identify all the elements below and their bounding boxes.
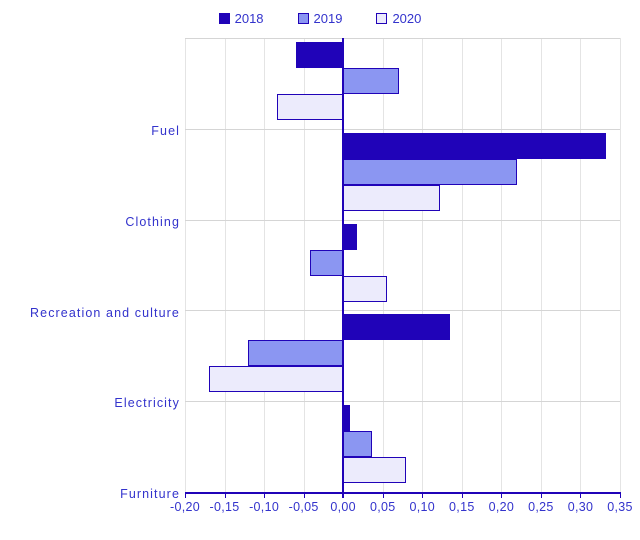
gridline-horizontal bbox=[185, 220, 620, 221]
x-axis-tick bbox=[540, 492, 542, 498]
gridline-vertical bbox=[501, 38, 503, 492]
legend-item-2020[interactable]: 2020 bbox=[376, 12, 421, 25]
gridline-horizontal bbox=[185, 310, 620, 311]
bar-2020-furniture[interactable] bbox=[343, 457, 407, 484]
x-axis-tick bbox=[224, 492, 226, 498]
x-axis-tick bbox=[580, 492, 582, 498]
bar-2018-electricity[interactable] bbox=[343, 314, 450, 341]
x-axis-tick bbox=[461, 492, 463, 498]
chart-legend: 2018 2019 2020 bbox=[0, 6, 640, 30]
bar-2020-fuel[interactable] bbox=[276, 94, 344, 120]
category-label-recreation-and-culture: Recreation and culture bbox=[30, 305, 180, 320]
gridline-vertical bbox=[540, 38, 542, 492]
bar-2020-clothing[interactable] bbox=[343, 184, 440, 211]
x-axis-tick bbox=[422, 492, 424, 498]
zero-axis-line bbox=[342, 38, 345, 498]
bar-2018-furniture[interactable] bbox=[343, 405, 351, 432]
bar-2019-recreation-and-culture[interactable] bbox=[309, 249, 344, 276]
bar-2019-clothing[interactable] bbox=[343, 158, 518, 185]
x-axis-tick bbox=[185, 492, 186, 498]
category-label-fuel: Fuel bbox=[151, 124, 180, 138]
bar-2019-electricity[interactable] bbox=[248, 340, 344, 367]
gridline-horizontal bbox=[185, 401, 620, 402]
gridline-vertical bbox=[382, 38, 384, 492]
gridline-vertical bbox=[461, 38, 463, 492]
legend-label-2019: 2019 bbox=[313, 10, 343, 26]
bar-2020-electricity[interactable] bbox=[208, 366, 344, 393]
legend-swatch-2020-icon bbox=[376, 12, 388, 24]
gridline-vertical bbox=[264, 38, 266, 492]
legend-label-2018: 2018 bbox=[234, 10, 264, 26]
category-axis: Fuel Clothing Recreation and culture Electr… bbox=[0, 38, 180, 501]
bar-2018-recreation-and-culture[interactable] bbox=[343, 223, 358, 250]
x-axis-tick bbox=[501, 492, 503, 498]
legend-item-2018[interactable]: 2018 bbox=[218, 10, 264, 26]
bar-chart: 2018 2019 2020 Fuel Clothing Recreation an… bbox=[0, 0, 640, 540]
bar-2018-fuel[interactable] bbox=[295, 42, 344, 68]
x-axis-tick bbox=[382, 492, 384, 498]
gridline-vertical bbox=[185, 38, 186, 492]
category-label-clothing: Clothing bbox=[125, 214, 180, 229]
gridline-vertical bbox=[580, 38, 582, 492]
x-axis-line bbox=[185, 492, 621, 494]
x-axis-tick bbox=[343, 492, 345, 498]
gridline-horizontal bbox=[185, 129, 620, 130]
category-label-electricity: Electricity bbox=[114, 396, 180, 411]
legend-swatch-2018-icon bbox=[218, 12, 230, 24]
gridline-horizontal bbox=[185, 38, 620, 39]
bar-2018-clothing[interactable] bbox=[343, 132, 606, 159]
x-axis-tick bbox=[264, 492, 266, 498]
bar-2019-fuel[interactable] bbox=[343, 68, 400, 94]
legend-swatch-2019-icon bbox=[297, 12, 309, 24]
gridline-vertical bbox=[224, 38, 226, 492]
category-label-furniture: Furniture bbox=[120, 487, 180, 502]
plot-area bbox=[185, 38, 621, 498]
bar-2020-recreation-and-culture[interactable] bbox=[343, 275, 387, 302]
legend-item-2019[interactable]: 2019 bbox=[297, 10, 343, 26]
bar-2019-furniture[interactable] bbox=[343, 431, 372, 458]
x-axis-tick bbox=[303, 492, 305, 498]
gridline-vertical bbox=[620, 38, 621, 492]
x-axis-tick bbox=[620, 492, 621, 498]
legend-label-2020: 2020 bbox=[392, 10, 422, 26]
x-axis-tick-label: 0,35 bbox=[607, 500, 633, 514]
gridline-vertical bbox=[422, 38, 424, 492]
